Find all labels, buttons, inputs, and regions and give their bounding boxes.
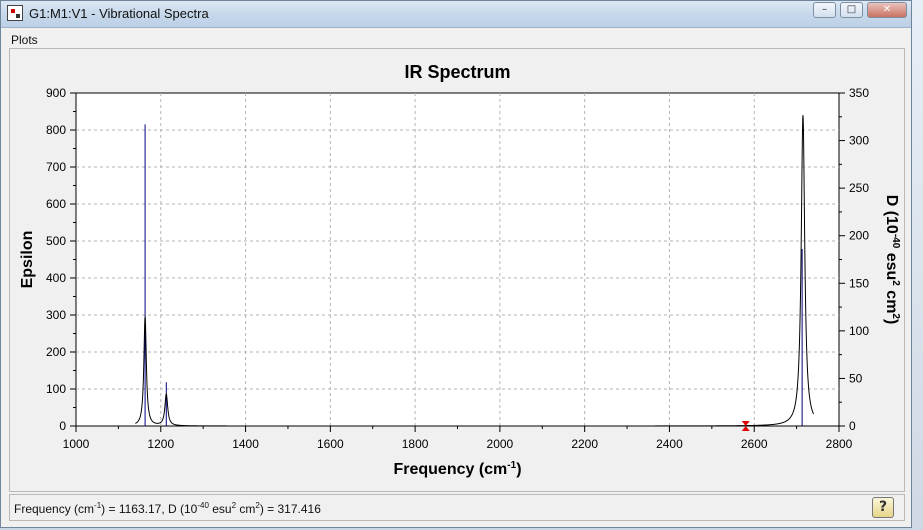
x-tick-label: 1400 [232,437,259,451]
y-right-tick-label: 50 [849,371,863,385]
y-left-tick-label: 900 [46,86,66,100]
status-bar: Frequency (cm-1) = 1163.17, D (10-40 esu… [9,494,905,521]
y-right-axis-label: D (10-40 esu2 cm2) [883,195,901,325]
help-icon: ? [878,499,888,515]
maximize-button[interactable]: □ [840,2,863,18]
close-icon: ✕ [882,4,892,15]
chart-title: IR Spectrum [404,62,510,82]
x-tick-label: 1200 [147,437,174,451]
cursor-marker-lower [741,426,750,431]
y-left-tick-label: 800 [46,123,66,137]
x-tick-label: 2200 [571,437,598,451]
minimize-button[interactable]: – [813,2,836,18]
app-icon [7,5,23,21]
title-bar[interactable]: G1:M1:V1 - Vibrational Spectra – □ ✕ [1,1,911,28]
background-desktop [912,0,923,530]
y-left-tick-label: 300 [46,308,66,322]
x-tick-label: 2600 [741,437,768,451]
plot-area-container[interactable]: IR Spectrum 1000 1200 1400 1600 1800 2000 2200 2… [9,48,905,492]
x-axis-label: Frequency (cm-1) [393,460,521,478]
y-left-tick-label: 200 [46,345,66,359]
y-right-tick-label: 150 [849,276,869,290]
close-button[interactable]: ✕ [867,2,907,18]
x-tick-label: 1000 [63,437,90,451]
window-title: G1:M1:V1 - Vibrational Spectra [29,6,209,21]
y-left-axis-label: Epsilon [19,231,36,289]
y-left-tick-label: 600 [46,197,66,211]
y-right-tick-label: 0 [849,419,856,433]
plot-background [75,92,840,427]
x-tick-label: 2400 [656,437,683,451]
y-left-tick-label: 500 [46,234,66,248]
status-readout: Frequency (cm-1) = 1163.17, D (10-40 esu… [14,501,321,516]
menu-bar: Plots [5,29,44,47]
maximize-icon: □ [846,4,857,15]
x-tick-label: 2800 [826,437,853,451]
help-button[interactable]: ? [872,497,894,518]
y-left-tick-label: 700 [46,160,66,174]
menu-item-plots[interactable]: Plots [5,31,44,49]
y-left-tick-label: 100 [46,382,66,396]
x-tick-label: 1600 [317,437,344,451]
spectra-window: G1:M1:V1 - Vibrational Spectra – □ ✕ Plo… [0,0,912,528]
y-left-tick-label: 0 [59,419,66,433]
y-right-tick-label: 250 [849,181,869,195]
x-tick-label: 1800 [402,437,429,451]
ir-spectrum-chart[interactable]: IR Spectrum1000 1200 1400 1600 1800 2000 2200 2… [10,49,904,491]
y-right-tick-label: 200 [849,229,869,243]
y-right-tick-label: 350 [849,86,869,100]
minimize-icon: – [822,4,827,15]
y-left-tick-label: 400 [46,271,66,285]
y-right-tick-label: 100 [849,324,869,338]
x-tick-label: 2000 [487,437,514,451]
y-right-tick-label: 300 [849,134,869,148]
